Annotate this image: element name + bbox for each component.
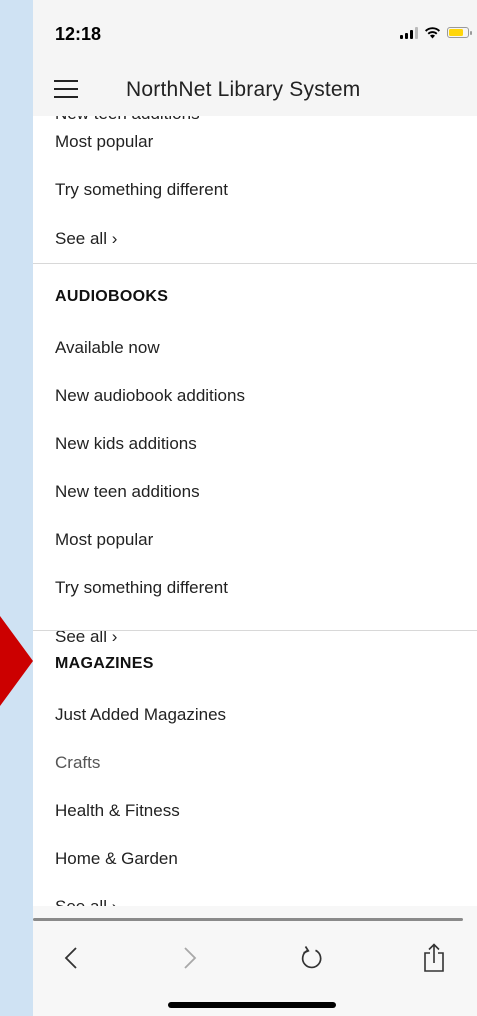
hamburger-icon[interactable] (54, 80, 78, 100)
menu-item-try-something-different[interactable]: Try something different (55, 578, 228, 598)
see-all-link[interactable]: See all › (55, 229, 117, 249)
menu-item-new-kids-additions[interactable]: New kids additions (55, 434, 197, 454)
chevron-left-icon[interactable] (51, 938, 91, 978)
chevron-right-icon[interactable] (170, 938, 210, 978)
menu-content: New teen additions Most popular Try some… (33, 116, 477, 906)
arrow-pointer-icon (0, 616, 33, 706)
battery-icon (447, 27, 472, 38)
menu-item-home-garden[interactable]: Home & Garden (55, 849, 178, 869)
section-heading-magazines: MAGAZINES (55, 655, 154, 672)
status-time: 12:18 (55, 24, 102, 44)
phone-screen: 12:18 NorthNet Library System New teen a… (33, 0, 477, 1016)
scroll-indicator (33, 918, 463, 921)
menu-item-crafts[interactable]: Crafts (55, 753, 100, 773)
see-all-link[interactable]: See all › (55, 897, 117, 906)
browser-toolbar (33, 906, 477, 1016)
section-heading-audiobooks: AUDIOBOOKS (55, 288, 169, 305)
wifi-icon (425, 27, 440, 39)
signal-icon (400, 26, 418, 39)
menu-item-new-teen-additions[interactable]: New teen additions (55, 482, 200, 502)
menu-item-new-audiobook-additions[interactable]: New audiobook additions (55, 386, 245, 406)
nav-bar: NorthNet Library System (33, 66, 477, 116)
menu-item-try-something-different[interactable]: Try something different (55, 180, 228, 200)
page-title: NorthNet Library System (126, 78, 361, 101)
home-indicator[interactable] (168, 1002, 336, 1008)
menu-item-most-popular[interactable]: Most popular (55, 530, 153, 550)
menu-item-new-teen-additions-clipped[interactable]: New teen additions (55, 116, 200, 124)
status-bar: 12:18 (33, 0, 477, 66)
share-icon[interactable] (414, 938, 454, 978)
section-divider (33, 263, 477, 264)
reload-icon[interactable] (292, 938, 332, 978)
menu-item-available-now[interactable]: Available now (55, 338, 160, 358)
menu-item-just-added-magazines[interactable]: Just Added Magazines (55, 705, 226, 725)
section-divider (33, 630, 477, 631)
menu-item-most-popular[interactable]: Most popular (55, 132, 153, 152)
menu-item-health-fitness[interactable]: Health & Fitness (55, 801, 180, 821)
status-icons (400, 26, 472, 39)
